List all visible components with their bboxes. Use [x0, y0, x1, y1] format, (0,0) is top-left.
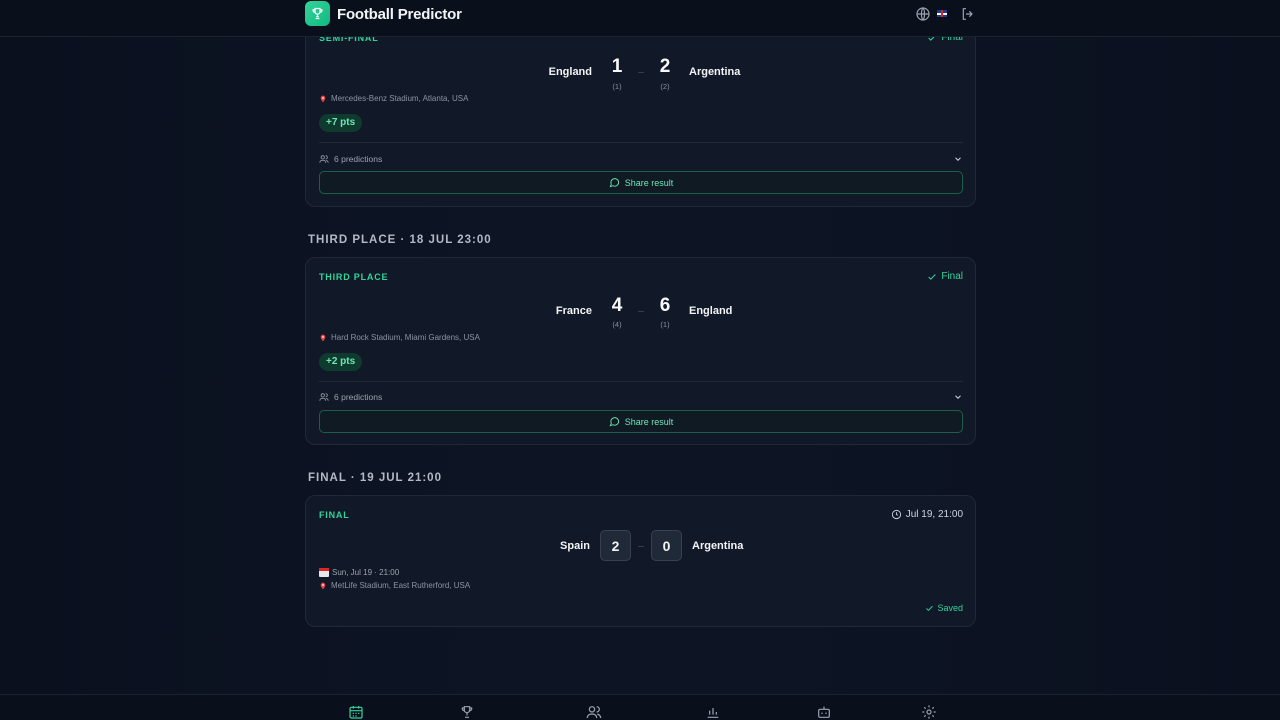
section-title-final: FINAL · 19 JUL 21:00 — [308, 472, 442, 484]
away-score-input[interactable]: 0 — [651, 530, 682, 561]
chevron-down-icon — [955, 395, 961, 399]
away-team: England — [689, 305, 733, 317]
chevron-down-icon — [955, 157, 961, 161]
check-icon — [926, 605, 934, 611]
predictions-count: 6 predictions — [334, 392, 383, 402]
match-status: Final — [927, 271, 963, 282]
home-score: 1 — [611, 56, 623, 77]
home-team: Spain — [560, 540, 590, 552]
home-score: 4 — [611, 295, 623, 316]
home-score-input[interactable]: 2 — [600, 530, 631, 561]
away-team: Argentina — [692, 540, 744, 552]
globe-icon[interactable] — [915, 6, 931, 22]
pin-icon — [320, 95, 326, 102]
away-sub-score: (2) — [660, 82, 670, 91]
venue: Mercedes-Benz Stadium, Atlanta, USA — [319, 94, 468, 103]
app-logo[interactable] — [305, 1, 330, 26]
home-team: France — [555, 305, 592, 317]
chat-bubble-icon — [609, 178, 619, 188]
trophy-icon[interactable] — [459, 704, 475, 720]
kickoff-time-text: Jul 19, 21:00 — [905, 509, 963, 520]
app-header: Football Predictor — [0, 0, 1280, 37]
calendar-emoji-icon — [319, 568, 329, 577]
venue: Hard Rock Stadium, Miami Gardens, USA — [319, 333, 480, 342]
share-result-button[interactable]: Share result — [319, 171, 963, 194]
venue-text: Mercedes-Benz Stadium, Atlanta, USA — [331, 94, 469, 103]
predictions-toggle[interactable]: 6 predictions — [319, 152, 963, 166]
match-card-third-place: THIRD PLACE Final France 4 (4) – 6 (1) E… — [305, 257, 976, 445]
score-separator: – — [638, 306, 644, 317]
users-icon — [319, 155, 329, 163]
away-team: Argentina — [689, 66, 741, 78]
divider — [319, 142, 963, 143]
score-separator: – — [638, 67, 644, 78]
saved-text: Saved — [937, 603, 963, 613]
divider — [319, 381, 963, 382]
pin-icon — [320, 582, 326, 589]
match-date-text: Sun, Jul 19 · 21:00 — [332, 568, 400, 577]
home-sub-score: (1) — [612, 82, 622, 91]
calendar-icon[interactable] — [348, 704, 364, 720]
predictions-count: 6 predictions — [334, 154, 383, 164]
chat-bubble-icon — [609, 417, 619, 427]
kickoff-time: Jul 19, 21:00 — [891, 509, 963, 520]
settings-icon[interactable] — [921, 704, 937, 720]
share-result-label: Share result — [624, 416, 674, 427]
logout-icon[interactable] — [960, 6, 976, 22]
section-title-third-place: THIRD PLACE · 18 JUL 23:00 — [308, 234, 492, 246]
points-badge: +7 pts — [319, 114, 363, 132]
share-result-button[interactable]: Share result — [319, 410, 963, 433]
match-status-text: Final — [941, 271, 963, 282]
share-result-label: Share result — [624, 177, 674, 188]
venue-text: Hard Rock Stadium, Miami Gardens, USA — [331, 333, 480, 342]
clock-icon — [891, 509, 901, 520]
check-icon — [928, 273, 937, 280]
away-sub-score: (1) — [660, 320, 670, 329]
venue-text: MetLife Stadium, East Rutherford, USA — [331, 581, 471, 590]
bottom-nav — [0, 694, 1280, 720]
match-date: Sun, Jul 19 · 21:00 — [319, 568, 399, 577]
saved-indicator: Saved — [925, 603, 963, 613]
venue: MetLife Stadium, East Rutherford, USA — [319, 581, 470, 590]
uk-flag-icon[interactable] — [937, 10, 947, 17]
bot-icon[interactable] — [816, 704, 832, 720]
away-score: 6 — [659, 295, 671, 316]
away-score: 2 — [659, 56, 671, 77]
app-title: Football Predictor — [337, 6, 462, 23]
stage-label: FINAL — [319, 510, 350, 520]
home-team: England — [548, 66, 592, 78]
stats-icon[interactable] — [705, 704, 721, 720]
home-sub-score: (4) — [612, 320, 622, 329]
users-icon — [319, 393, 329, 401]
stage-label: THIRD PLACE — [319, 272, 389, 282]
pin-icon — [320, 334, 326, 341]
score-separator: – — [638, 541, 644, 552]
users-icon[interactable] — [586, 704, 602, 720]
points-badge: +2 pts — [319, 353, 363, 371]
trophy-icon — [312, 7, 323, 20]
match-card-final: FINAL Jul 19, 21:00 Spain 2 – 0 Argentin… — [305, 495, 976, 627]
predictions-toggle[interactable]: 6 predictions — [319, 390, 963, 404]
